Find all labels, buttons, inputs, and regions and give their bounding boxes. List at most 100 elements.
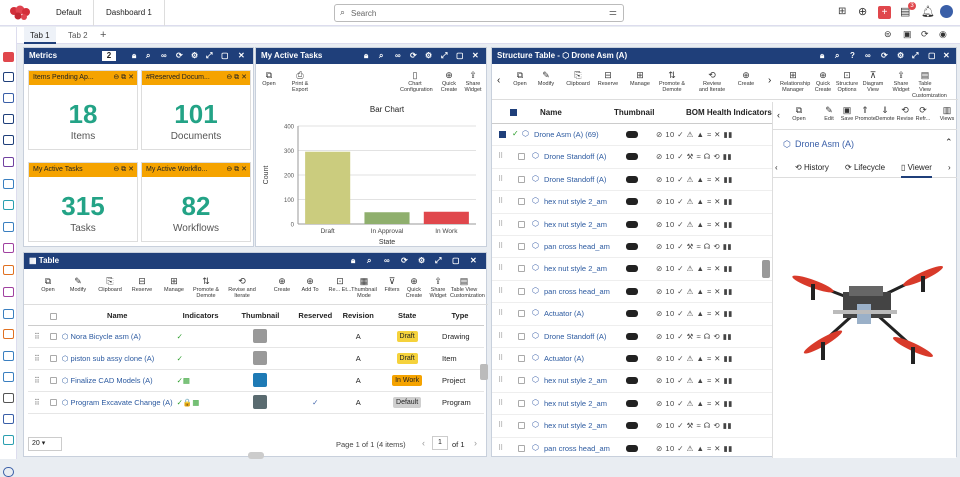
refresh-icon[interactable]: ⟳ — [401, 253, 408, 269]
row-drag-handle-icon[interactable]: ⠿ — [28, 369, 46, 392]
structure-row[interactable]: ⠿ ⬡ hex nut style 2_am ⊘ 10 ✓ ⚒ ≈ ☊ ⟲ ▮▮ — [492, 415, 772, 438]
maximize-icon[interactable]: ▢ — [221, 48, 229, 64]
table-toolbar-button[interactable]: ⊕ Add To — [296, 276, 324, 293]
structure-row[interactable]: ⠿ ⬡ Drone Standoff (A) ⊘ 10 ✓ ⚠ ▲ ≈ ✕ ▮▮ — [492, 169, 772, 192]
search-icon[interactable]: ⌕ — [367, 253, 371, 269]
list-icon[interactable] — [3, 135, 14, 145]
search-icon[interactable]: ⌕ — [146, 48, 150, 64]
structure-row[interactable]: ⠿ ⬡ Drone Standoff (A) ⊘ 10 ✓ ⚒ ≈ ☊ ⟲ ▮▮ — [492, 326, 772, 348]
row-checkbox[interactable] — [518, 355, 525, 362]
robot-icon[interactable]: ⊜ — [884, 29, 892, 40]
row-checkbox[interactable] — [45, 347, 62, 370]
structure-row[interactable]: ⠿ ⬡ hex nut style 2_am ⊘ 10 ✓ ⚠ ▲ ≈ ✕ ▮▮ — [492, 370, 772, 393]
metric-tile[interactable]: My Active Workflo... ⊖ ⧉ ✕ 82 Workflows — [141, 162, 251, 242]
bar-in-approval[interactable] — [364, 212, 410, 224]
col-indicators[interactable]: Indicators — [172, 307, 229, 326]
row-checkbox[interactable] — [518, 422, 525, 430]
part-name[interactable]: pan cross head_am — [544, 444, 610, 453]
row-drag-handle-icon[interactable]: ⠿ — [498, 242, 503, 250]
layout-icon[interactable]: ⊞ — [838, 6, 846, 17]
tab-1[interactable]: Tab 1 — [24, 27, 56, 44]
tab-2[interactable]: Tab 2 — [66, 27, 90, 44]
fullscreen-icon[interactable]: ⤢ — [441, 48, 447, 64]
detail-toolbar-button[interactable]: ⧉ Open — [789, 105, 809, 122]
maximize-icon[interactable]: ▢ — [452, 253, 460, 269]
row-thumbnail[interactable] — [228, 391, 293, 414]
row-checkbox[interactable] — [518, 220, 525, 228]
part-name[interactable]: Drone Asm (A) (69) — [534, 130, 599, 139]
folder-icon[interactable] — [3, 114, 14, 124]
structure-row[interactable]: ⠿ ⬡ Actuator (A) ⊘ 10 ✓ ⚠ ▲ ≈ ✕ ▮▮ — [492, 303, 772, 326]
part-name[interactable]: hex nut style 2_am — [544, 197, 607, 206]
row-drag-handle-icon[interactable]: ⠿ — [498, 354, 503, 362]
structure-row[interactable]: ⠿ ⬡ hex nut style 2_am ⊘ 10 ✓ ⚠ ▲ ≈ ✕ ▮▮ — [492, 214, 772, 236]
col-bom-health[interactable]: BOM Health Indicators — [686, 108, 772, 117]
tabs-left-icon[interactable]: ‹ — [775, 163, 778, 172]
row-checkbox[interactable] — [518, 243, 525, 250]
help-icon[interactable] — [3, 467, 14, 477]
structure-row[interactable]: ⠿ ⬡ pan cross head_am ⊘ 10 ✓ ⚠ ▲ ≈ ✕ ▮▮ — [492, 438, 772, 458]
refresh-icon[interactable]: ⟳ — [921, 29, 929, 40]
table-row[interactable]: ⠿ ⬡ piston sub assy clone (A) ✓ A Draft Item — [28, 347, 484, 370]
select-all-checkbox[interactable] — [45, 307, 62, 326]
drone-3d-viewer[interactable] — [773, 192, 957, 432]
part-name[interactable]: Drone Standoff (A) — [544, 332, 606, 341]
structure-toolbar-button[interactable]: ⇪ Share Widget — [888, 70, 914, 93]
col-reserved[interactable]: Reserved — [292, 307, 339, 326]
structure-row[interactable]: ⠿ ⬡ pan cross head_am ⊘ 10 ✓ ⚒ ≈ ☊ ⟲ ▮▮ — [492, 236, 772, 259]
structure-row[interactable]: ✓ ⬡ Drone Asm (A) (69) ⊘ 10 ✓ ⚠ ▲ ≈ ✕ ▮▮ — [492, 124, 772, 147]
share-widget-button[interactable]: ⇪ Share Widget — [461, 70, 485, 93]
tile-actions-icon[interactable]: ⊖ ⧉ ✕ — [113, 73, 134, 82]
table-toolbar-button[interactable]: ⎘ Clipboard — [96, 276, 124, 293]
row-drag-handle-icon[interactable]: ⠿ — [498, 264, 503, 272]
structure-row[interactable]: ⠿ ⬡ Actuator (A) ⊘ 10 ✓ ⚠ ▲ ≈ ✕ ▮▮ — [492, 348, 772, 371]
gear-icon[interactable]: ⚙ — [425, 48, 432, 64]
gauge-icon[interactable] — [3, 243, 14, 253]
row-name-cell[interactable]: ⬡ Program Excavate Change (A) — [61, 391, 173, 414]
row-drag-handle-icon[interactable]: ⠿ — [498, 175, 503, 183]
chart-config-button[interactable]: ▯ Chart Configuration — [400, 70, 433, 93]
box-icon[interactable] — [3, 309, 14, 319]
row-drag-handle-icon[interactable]: ⠿ — [28, 325, 46, 348]
row-name-cell[interactable]: ⬡ Nora Bicycle asm (A) — [61, 325, 173, 348]
row-drag-handle-icon[interactable]: ⠿ — [498, 444, 503, 452]
row-checkbox[interactable] — [45, 325, 62, 348]
create-plus-icon[interactable]: + — [878, 6, 891, 19]
tabs-right-icon[interactable]: › — [948, 163, 951, 172]
expand-collapse-icon[interactable] — [499, 131, 506, 138]
row-checkbox[interactable] — [518, 198, 525, 206]
add-sidebar-icon[interactable] — [3, 52, 14, 62]
table-toolbar-button[interactable]: ⟲ Revise and Iterate — [228, 276, 256, 299]
detail-toolbar-button[interactable]: ⇓ Demote — [875, 105, 895, 122]
filter-settings-icon[interactable]: ⚌ — [609, 7, 617, 18]
checklist-icon[interactable] — [3, 414, 14, 424]
structure-row[interactable]: ⠿ ⬡ pan cross head_am ⊘ 10 ✓ ⚠ ▲ ≈ ✕ ▮▮ — [492, 281, 772, 304]
network-icon[interactable] — [3, 222, 14, 232]
bar-draft[interactable] — [305, 151, 351, 224]
row-checkbox[interactable] — [518, 332, 525, 340]
quick-create-button[interactable]: ⊕ Quick Create — [438, 70, 460, 93]
row-drag-handle-icon[interactable]: ⠿ — [498, 287, 503, 295]
table-icon[interactable] — [3, 179, 14, 189]
lock-icon[interactable]: 🔒︎ — [132, 48, 136, 64]
structure-row[interactable]: ⠿ ⬡ hex nut style 2_am ⊘ 10 ✓ ⚠ ▲ ≈ ✕ ▮▮ — [492, 393, 772, 416]
row-drag-handle-icon[interactable]: ⠿ — [498, 332, 503, 340]
row-thumbnail[interactable] — [228, 325, 293, 348]
search-icon[interactable]: ⌕ — [379, 48, 383, 64]
close-icon[interactable]: ✕ — [238, 48, 245, 64]
row-checkbox[interactable] — [518, 377, 525, 385]
tab-dashboard-1[interactable]: Dashboard 1 — [93, 0, 165, 26]
toolbar-scroll-left-icon[interactable]: ‹ — [497, 75, 500, 86]
open-button[interactable]: ⧉ Open — [260, 70, 278, 87]
page-selector[interactable]: 2 — [102, 51, 116, 61]
gear-icon[interactable]: ⚙ — [191, 48, 198, 64]
table-row[interactable]: ⠿ ⬡ Program Excavate Change (A) ✓🔒▦ ✓ A Defau… — [28, 391, 484, 414]
part-name[interactable]: Actuator (A) — [544, 309, 584, 318]
app-logo-icon[interactable] — [8, 5, 32, 21]
structure-toolbar-button[interactable]: ⊟ Reserve — [594, 70, 622, 87]
history-icon[interactable] — [3, 393, 14, 403]
add-tab-button[interactable]: + — [100, 27, 106, 43]
structure-row[interactable]: ⠿ ⬡ Drone Standoff (A) ⊘ 10 ✓ ⚒ ≈ ☊ ⟲ ▮▮ — [492, 146, 772, 169]
search-icon[interactable]: ⌕ — [835, 48, 839, 64]
row-drag-handle-icon[interactable]: ⠿ — [498, 152, 503, 160]
